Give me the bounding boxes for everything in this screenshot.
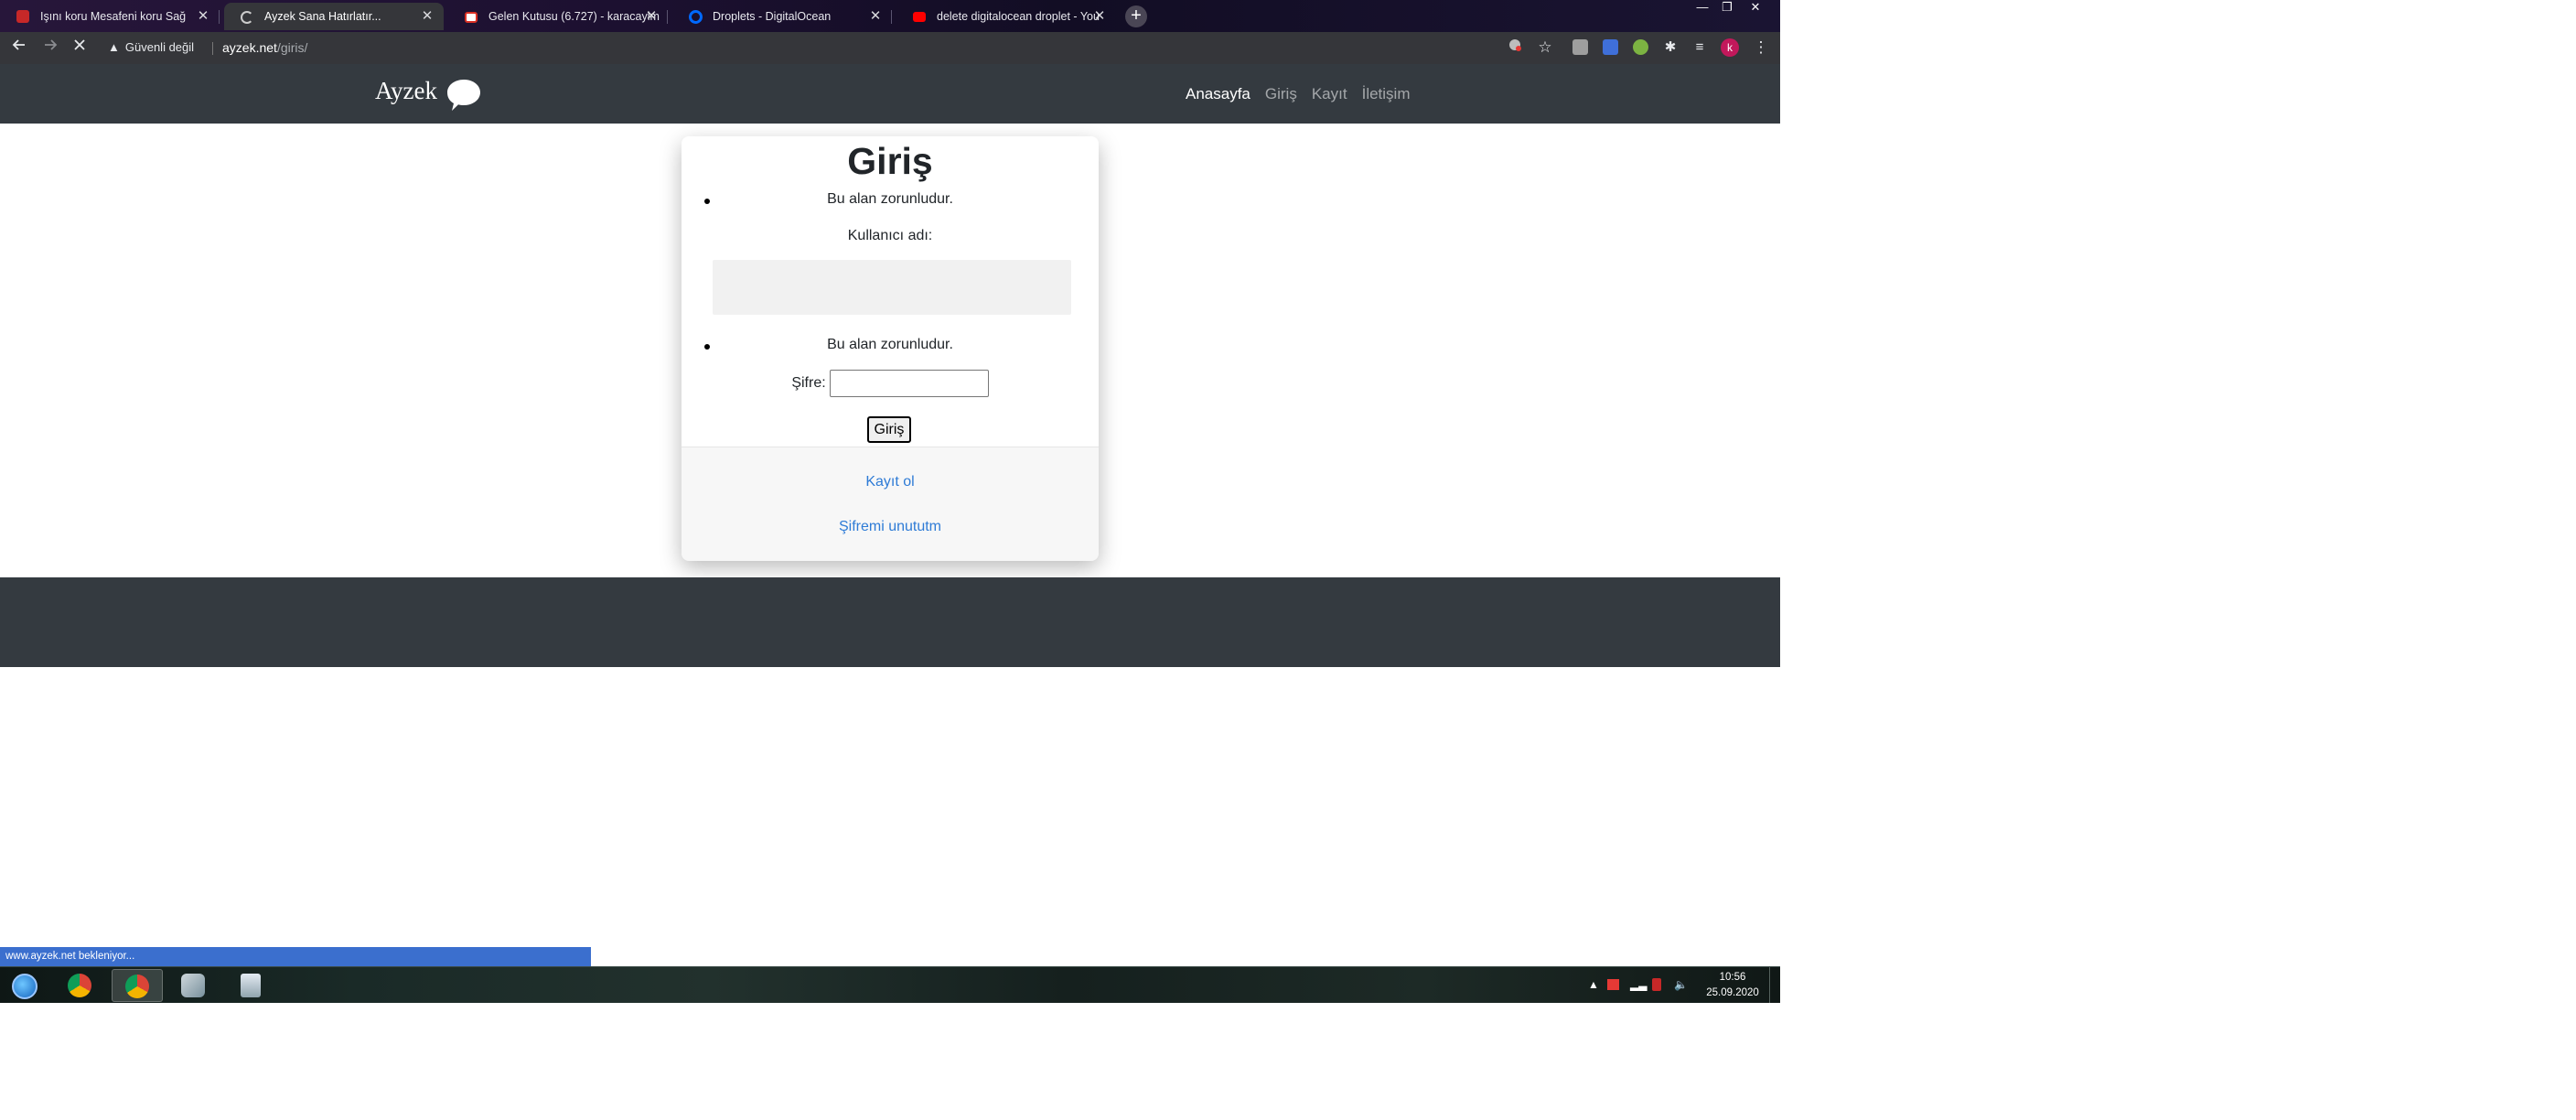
- minimize-button[interactable]: —: [1690, 0, 1715, 16]
- url-path: /giris/: [276, 40, 308, 55]
- tab-close-icon[interactable]: ✕: [644, 3, 659, 30]
- arrow-right-icon: [45, 39, 58, 50]
- menu-kebab-icon[interactable]: ⋮: [1751, 38, 1771, 58]
- restore-button[interactable]: ❐: [1714, 0, 1740, 16]
- translate-extension-icon[interactable]: [1603, 39, 1618, 55]
- tab-title: Gelen Kutusu (6.727) - karacaylm: [488, 10, 660, 23]
- media-playlist-icon[interactable]: ≡: [1690, 38, 1710, 58]
- register-link[interactable]: Kayıt ol: [682, 472, 1099, 492]
- network-signal-icon[interactable]: ▂▃: [1630, 978, 1647, 991]
- system-clock[interactable]: 10:56 25.09.2020: [1700, 970, 1766, 1001]
- site-footer: [0, 577, 1780, 667]
- tab-title: delete digitalocean droplet - You: [937, 10, 1100, 23]
- tab-title: Işını koru Mesafeni koru Sağ: [40, 10, 187, 23]
- address-bar[interactable]: ayzek.net/giris/: [222, 39, 307, 56]
- username-input[interactable]: [713, 260, 1071, 315]
- taskbar-chrome-active-button[interactable]: [112, 969, 163, 1002]
- profile-avatar[interactable]: k: [1721, 38, 1739, 57]
- chrome-icon: [68, 974, 91, 997]
- login-title: Giriş: [847, 140, 933, 182]
- chrome-extension-icon[interactable]: [1633, 39, 1648, 55]
- url-host: ayzek.net: [222, 40, 277, 55]
- new-tab-button[interactable]: +: [1125, 5, 1147, 27]
- windows-start-icon: [12, 974, 38, 999]
- bullet-icon: [704, 344, 710, 350]
- password-row: Şifre:: [682, 370, 1099, 397]
- speech-bubble-logo-icon[interactable]: [445, 77, 483, 113]
- taskbar-calculator-button[interactable]: [225, 969, 276, 1002]
- forgot-password-link[interactable]: Şifremi unututm: [682, 517, 1099, 537]
- tab-4[interactable]: Droplets - DigitalOcean ✕: [672, 3, 892, 30]
- login-submit-button[interactable]: Giriş: [867, 416, 911, 443]
- digitalocean-icon: [689, 10, 703, 24]
- back-button[interactable]: [9, 38, 29, 58]
- browser-tab-strip: Işını koru Mesafeni koru Sağ ✕ Ayzek San…: [0, 0, 1780, 32]
- close-window-button[interactable]: ✕: [1743, 0, 1768, 16]
- volume-speaker-icon[interactable]: 🔈: [1674, 978, 1688, 991]
- site-navbar: Ayzek Anasayfa Giriş Kayıt İletişim: [0, 64, 1780, 124]
- login-card-footer: Kayıt ol Şifremi unututm: [682, 447, 1099, 561]
- chrome-icon: [125, 975, 149, 998]
- clock-time: 10:56: [1719, 972, 1746, 983]
- stop-loading-button[interactable]: [70, 38, 90, 58]
- nav-link-iletisim[interactable]: İletişim: [1362, 85, 1411, 102]
- arrow-left-icon: [12, 39, 25, 50]
- start-button[interactable]: [0, 969, 51, 1002]
- blocked-cookie-icon[interactable]: [1505, 38, 1525, 58]
- show-desktop-button[interactable]: [1769, 967, 1780, 1003]
- antivirus-icon[interactable]: [1652, 978, 1661, 991]
- windows-taskbar: ▲ ▂▃ 🔈 10:56 25.09.2020: [0, 966, 1780, 1003]
- bullet-icon: [704, 199, 710, 204]
- loading-status-bar: www.ayzek.net bekleniyor...: [0, 947, 591, 966]
- security-indicator[interactable]: ▲ Güvenli değil: [108, 39, 194, 56]
- password-error: Bu alan zorunludur.: [682, 335, 1099, 355]
- extensions-puzzle-icon[interactable]: ✱: [1660, 38, 1680, 58]
- tab-favicon-icon: [16, 10, 29, 23]
- clock-date: 25.09.2020: [1706, 987, 1759, 998]
- tab-close-icon[interactable]: ✕: [420, 3, 435, 30]
- tab-close-icon[interactable]: ✕: [196, 3, 210, 30]
- gmail-icon: [465, 12, 478, 23]
- nav-links: Anasayfa Giriş Kayıt İletişim: [1186, 84, 1425, 104]
- username-label: Kullanıcı adı:: [847, 228, 933, 243]
- tab-1[interactable]: Işını koru Mesafeni koru Sağ ✕: [0, 3, 220, 30]
- tab-title: Droplets - DigitalOcean: [713, 10, 832, 23]
- password-label: Şifre:: [791, 375, 826, 392]
- taskbar-control-panel-button[interactable]: [168, 969, 220, 1002]
- screen: Işını koru Mesafeni koru Sağ ✕ Ayzek San…: [0, 0, 1780, 1003]
- taskbar-chrome-button[interactable]: [55, 969, 106, 1002]
- tab-5[interactable]: delete digitalocean droplet - You ✕: [896, 3, 1116, 30]
- login-card: Giriş Bu alan zorunludur. Kullanıcı adı:…: [682, 136, 1099, 561]
- close-icon: [74, 39, 85, 50]
- show-hidden-icons-icon[interactable]: ▲: [1588, 978, 1599, 991]
- calculator-icon: [241, 974, 261, 997]
- extension-icon[interactable]: [1572, 39, 1588, 55]
- nav-link-giris[interactable]: Giriş: [1265, 85, 1297, 102]
- brand-name[interactable]: Ayzek: [375, 76, 437, 105]
- forward-button[interactable]: [40, 38, 60, 58]
- action-center-flag-icon[interactable]: [1607, 979, 1619, 990]
- tab-2[interactable]: Ayzek Sana Hatırlatır... ✕: [224, 3, 444, 30]
- password-input[interactable]: [829, 370, 989, 397]
- tab-close-icon[interactable]: ✕: [1092, 3, 1107, 30]
- tab-close-icon[interactable]: ✕: [868, 3, 883, 30]
- tab-3[interactable]: Gelen Kutusu (6.727) - karacaylm ✕: [448, 3, 668, 30]
- youtube-icon: [913, 12, 926, 22]
- control-panel-icon: [181, 974, 205, 997]
- nav-link-anasayfa[interactable]: Anasayfa: [1186, 85, 1250, 102]
- security-warning-text: Güvenli değil: [124, 40, 195, 54]
- loading-spinner-icon: [241, 11, 253, 24]
- username-error: Bu alan zorunludur.: [682, 189, 1099, 210]
- bookmark-star-icon[interactable]: ☆: [1535, 38, 1555, 58]
- warning-triangle-icon: ▲: [108, 40, 120, 54]
- browser-toolbar: ▲ Güvenli değil ayzek.net/giris/ ☆ ✱ ≡ k …: [0, 32, 1780, 64]
- tab-title: Ayzek Sana Hatırlatır...: [264, 10, 381, 23]
- nav-link-kayit[interactable]: Kayıt: [1312, 85, 1347, 102]
